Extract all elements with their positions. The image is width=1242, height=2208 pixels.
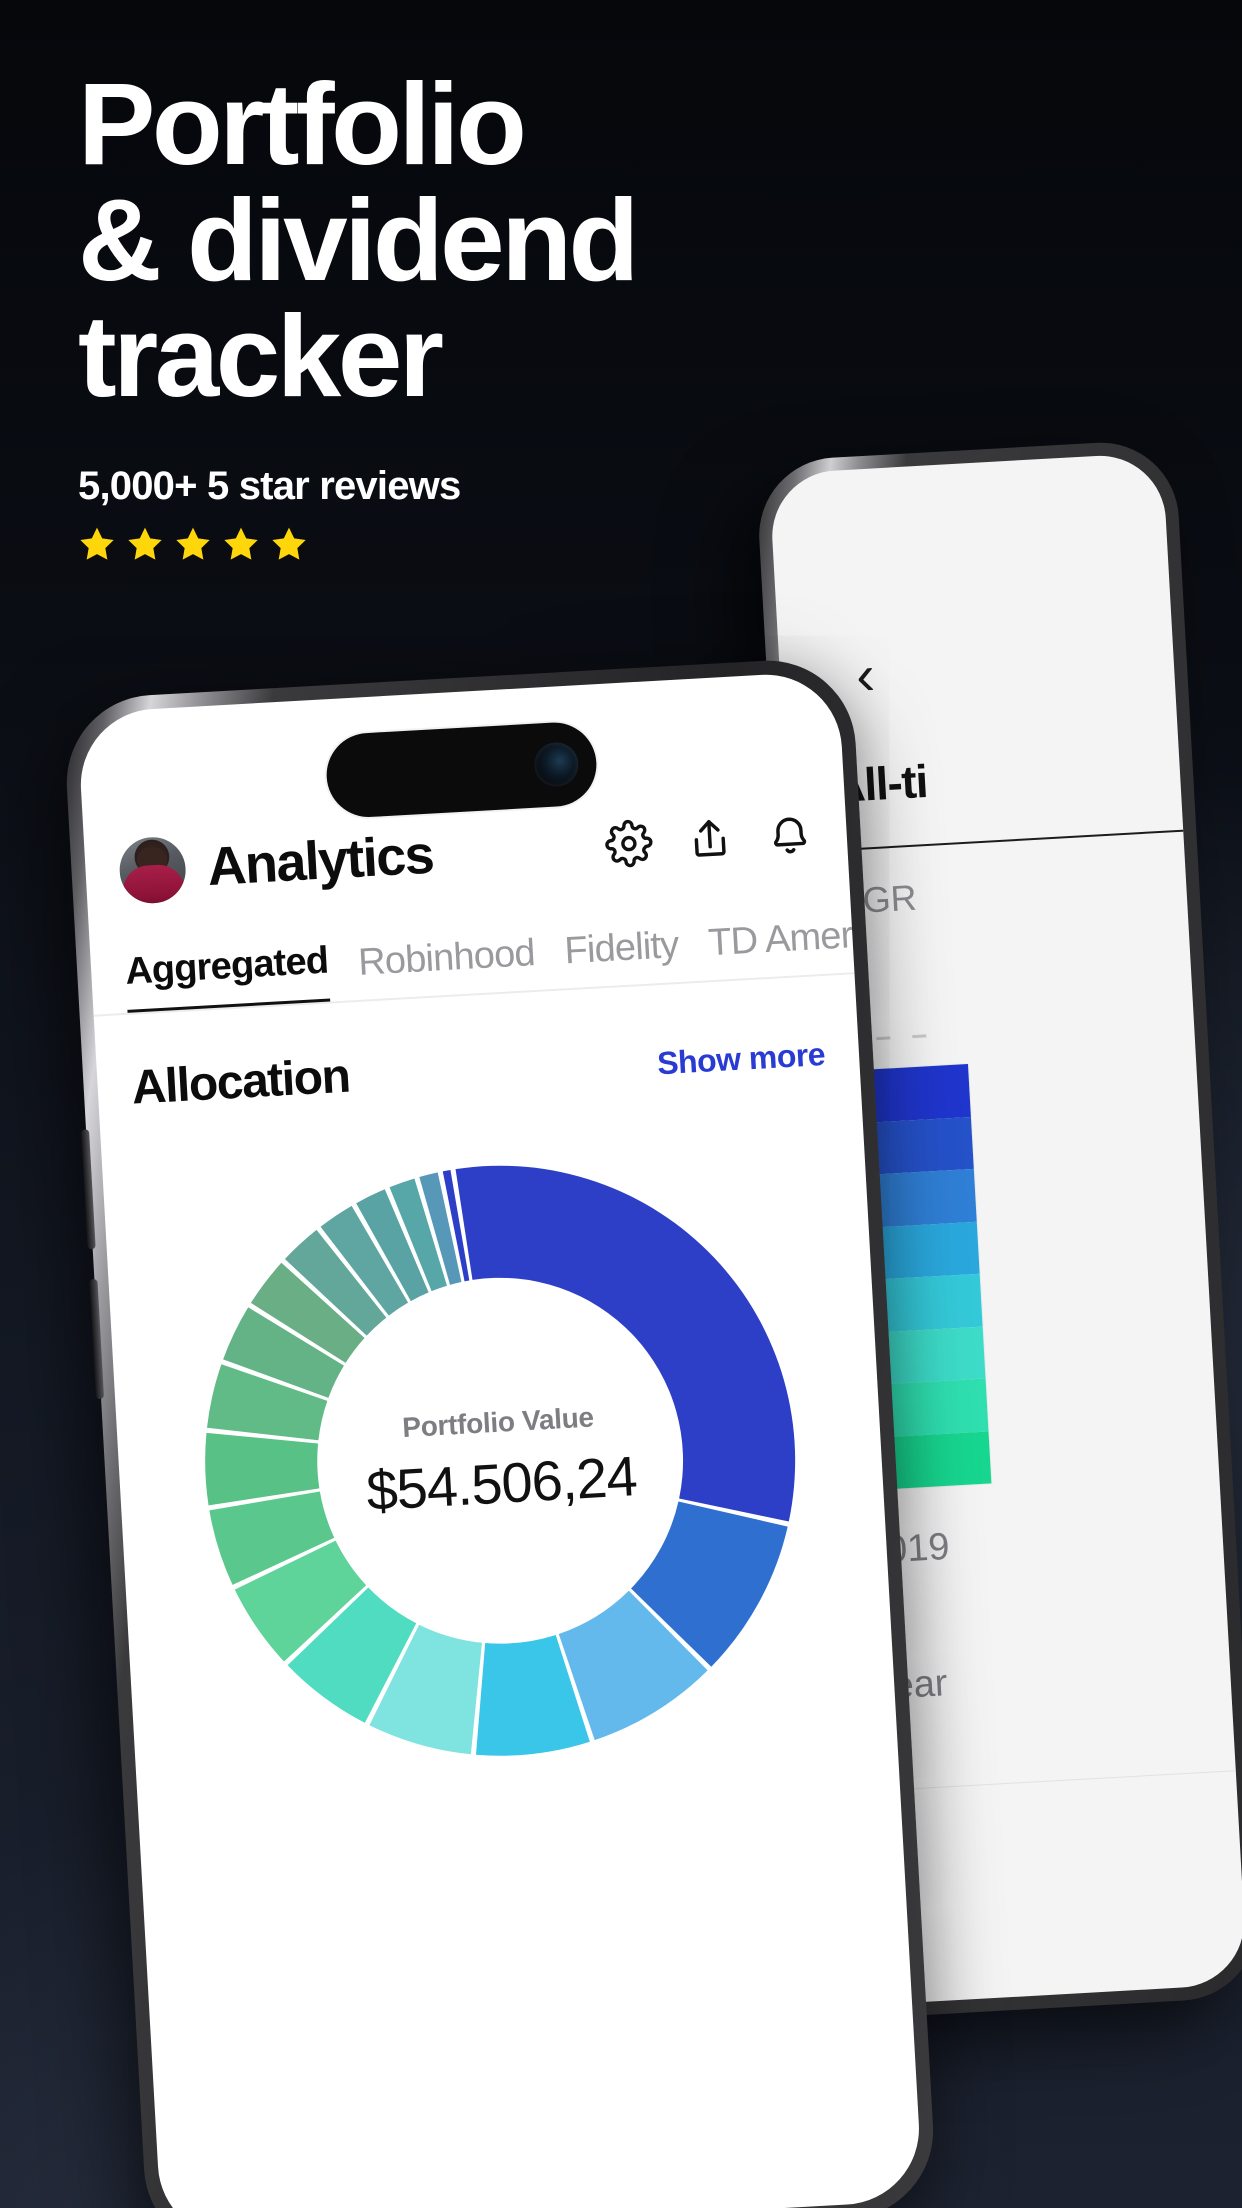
star-icon bbox=[80, 527, 114, 560]
avatar[interactable] bbox=[117, 835, 188, 905]
primary-phone-screen: Analytics Aggregated Robinhood Fidelity … bbox=[76, 670, 924, 2208]
show-more-link[interactable]: Show more bbox=[656, 1036, 826, 1082]
gear-icon[interactable] bbox=[604, 818, 655, 869]
page-title: Portfolio & dividend tracker bbox=[78, 66, 978, 414]
broker-tabs: Aggregated Robinhood Fidelity TD Ameritrade bbox=[90, 909, 923, 1015]
tab-fidelity[interactable]: Fidelity bbox=[563, 924, 680, 989]
app-title: Analytics bbox=[205, 824, 435, 898]
star-icon bbox=[128, 527, 162, 560]
headline-line-3: tracker bbox=[78, 291, 444, 421]
app-header: Analytics bbox=[84, 798, 848, 906]
allocation-donut-chart[interactable]: Portfolio Value $54.506,24 bbox=[184, 1144, 817, 1777]
reviews-count-label: 5,000+ 5 star reviews bbox=[78, 464, 461, 508]
chevron-left-icon[interactable]: ‹ bbox=[854, 643, 876, 707]
header-actions bbox=[604, 809, 814, 869]
donut-svg bbox=[205, 1150, 799, 1756]
dynamic-island bbox=[324, 720, 599, 820]
primary-phone-mockup: Analytics Aggregated Robinhood Fidelity … bbox=[62, 655, 938, 2208]
allocation-title: Allocation bbox=[130, 1049, 351, 1115]
star-rating bbox=[77, 524, 309, 564]
allocation-header: Allocation Show more bbox=[96, 1020, 860, 1117]
front-camera-lens bbox=[533, 741, 580, 788]
headline-line-2: & dividend bbox=[78, 175, 639, 305]
share-icon[interactable] bbox=[686, 815, 734, 863]
star-icon bbox=[176, 527, 210, 560]
secondary-divider bbox=[835, 825, 1242, 852]
star-icon bbox=[224, 527, 258, 560]
star-icon bbox=[272, 527, 306, 560]
headline-line-1: Portfolio bbox=[78, 59, 527, 189]
bell-icon[interactable] bbox=[765, 810, 813, 858]
donut-segment[interactable] bbox=[455, 1150, 799, 1539]
